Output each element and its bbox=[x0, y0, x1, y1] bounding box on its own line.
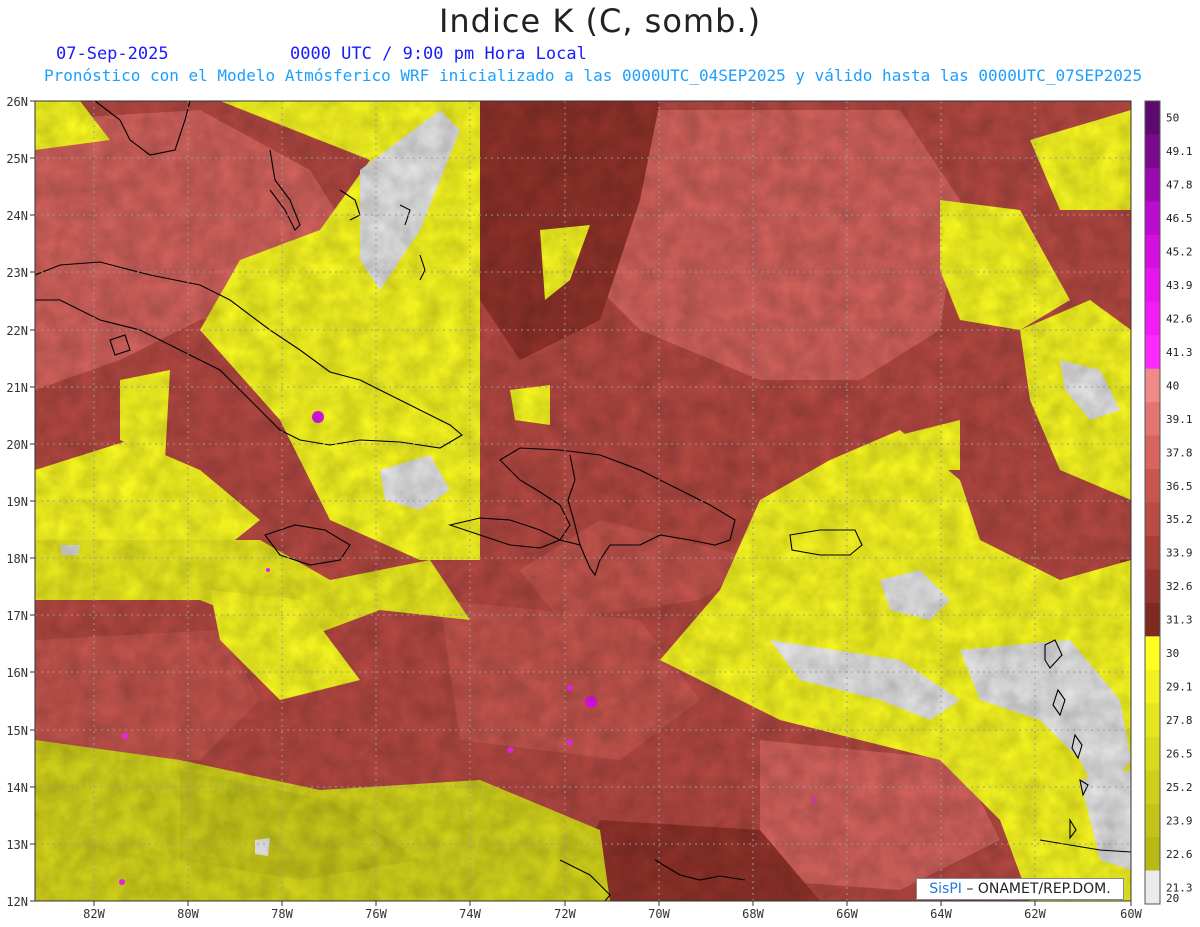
colorbar-label: 26.5 bbox=[1166, 747, 1193, 760]
lat-label: 14N bbox=[6, 781, 28, 795]
lat-label: 16N bbox=[6, 666, 28, 680]
colorbar-swatch bbox=[1145, 101, 1160, 135]
lon-label: 62W bbox=[1024, 907, 1046, 921]
lat-label: 19N bbox=[6, 495, 28, 509]
colorbar-label: 25.2 bbox=[1166, 781, 1193, 794]
colorbar-label: 30 bbox=[1166, 647, 1179, 660]
colorbar-swatch bbox=[1145, 201, 1160, 236]
credit-text: – ONAMET/REP.DOM. bbox=[961, 881, 1111, 897]
lat-label: 23N bbox=[6, 266, 28, 280]
colorbar-label: 43.9 bbox=[1166, 279, 1193, 292]
lat-label: 26N bbox=[6, 95, 28, 109]
colorbar-swatch bbox=[1145, 535, 1160, 570]
lon-label: 64W bbox=[930, 907, 952, 921]
lon-label: 72W bbox=[554, 907, 576, 921]
lon-axis: 82W 80W 78W 76W 74W 72W 70W 68W 66W 64W … bbox=[83, 901, 1143, 921]
colorbar-swatch bbox=[1145, 669, 1160, 704]
colorbar-swatch bbox=[1145, 134, 1160, 169]
lat-label: 24N bbox=[6, 209, 28, 223]
lon-label: 82W bbox=[83, 907, 105, 921]
colorbar-label: 42.6 bbox=[1166, 313, 1193, 326]
colorbar-label: 39.1 bbox=[1166, 413, 1193, 426]
colorbar-swatch bbox=[1145, 736, 1160, 771]
lon-label: 70W bbox=[648, 907, 670, 921]
colorbar-label: 50 bbox=[1166, 112, 1179, 125]
lat-label: 15N bbox=[6, 724, 28, 738]
colorbar-swatch bbox=[1145, 167, 1160, 202]
colorbar bbox=[1144, 100, 1161, 905]
colorbar-label: 27.8 bbox=[1166, 714, 1193, 727]
colorbar-swatch bbox=[1145, 435, 1160, 470]
credit-brand: SisPI bbox=[929, 881, 962, 897]
colorbar-swatch bbox=[1145, 770, 1160, 805]
lon-label: 66W bbox=[836, 907, 858, 921]
lon-label: 80W bbox=[177, 907, 199, 921]
colorbar-swatch bbox=[1145, 870, 1160, 905]
colorbar-label: 35.2 bbox=[1166, 513, 1193, 526]
colorbar-label: 33.9 bbox=[1166, 547, 1193, 560]
colorbar-swatch bbox=[1145, 569, 1160, 604]
k-index-map: 26N 25N 24N 23N 22N 21N 20N 19N 18N 17N … bbox=[6, 95, 1193, 921]
colorbar-label: 37.8 bbox=[1166, 446, 1193, 459]
colorbar-label: 36.5 bbox=[1166, 480, 1193, 493]
colorbar-label: 31.3 bbox=[1166, 614, 1193, 627]
lat-label: 17N bbox=[6, 609, 28, 623]
lon-label: 68W bbox=[742, 907, 764, 921]
colorbar-label: 49.1 bbox=[1166, 145, 1193, 158]
colorbar-label: 40 bbox=[1166, 379, 1179, 392]
colorbar-swatch bbox=[1145, 803, 1160, 838]
colorbar-label: 29.1 bbox=[1166, 681, 1193, 694]
lat-label: 25N bbox=[6, 152, 28, 166]
lat-label: 13N bbox=[6, 838, 28, 852]
lon-label: 78W bbox=[271, 907, 293, 921]
colorbar-label: 32.6 bbox=[1166, 580, 1193, 593]
lat-label: 22N bbox=[6, 324, 28, 338]
colorbar-label: 46.5 bbox=[1166, 212, 1193, 225]
colorbar-labels: 50 49.1 47.8 46.5 45.2 43.9 42.6 41.3 40 39.1 37.8… bbox=[1166, 112, 1193, 905]
colorbar-label: 22.6 bbox=[1166, 848, 1193, 861]
lat-label: 20N bbox=[6, 438, 28, 452]
lat-label: 12N bbox=[6, 895, 28, 909]
colorbar-swatch bbox=[1145, 234, 1160, 269]
colorbar-swatch bbox=[1145, 502, 1160, 537]
lat-axis: 26N 25N 24N 23N 22N 21N 20N 19N 18N 17N … bbox=[6, 95, 35, 909]
colorbar-swatch bbox=[1145, 268, 1160, 303]
lon-label: 76W bbox=[365, 907, 387, 921]
colorbar-label: 41.3 bbox=[1166, 346, 1193, 359]
colorbar-swatch bbox=[1145, 602, 1160, 637]
colorbar-swatch bbox=[1145, 335, 1160, 370]
lon-label: 74W bbox=[459, 907, 481, 921]
colorbar-swatch bbox=[1145, 402, 1160, 437]
colorbar-swatch bbox=[1145, 301, 1160, 336]
lat-label: 18N bbox=[6, 552, 28, 566]
lat-label: 21N bbox=[6, 381, 28, 395]
credit-box: SisPI – ONAMET/REP.DOM. bbox=[916, 878, 1124, 900]
colorbar-swatch bbox=[1145, 636, 1160, 671]
colorbar-label: 45.2 bbox=[1166, 246, 1193, 259]
colorbar-swatch bbox=[1145, 703, 1160, 738]
colorbar-swatch bbox=[1145, 368, 1160, 403]
colorbar-label: 47.8 bbox=[1166, 179, 1193, 192]
colorbar-swatch bbox=[1145, 469, 1160, 503]
colorbar-label: 23.9 bbox=[1166, 814, 1193, 827]
lon-label: 60W bbox=[1120, 907, 1142, 921]
colorbar-swatch bbox=[1145, 837, 1160, 872]
colorbar-label: 20 bbox=[1166, 892, 1179, 905]
